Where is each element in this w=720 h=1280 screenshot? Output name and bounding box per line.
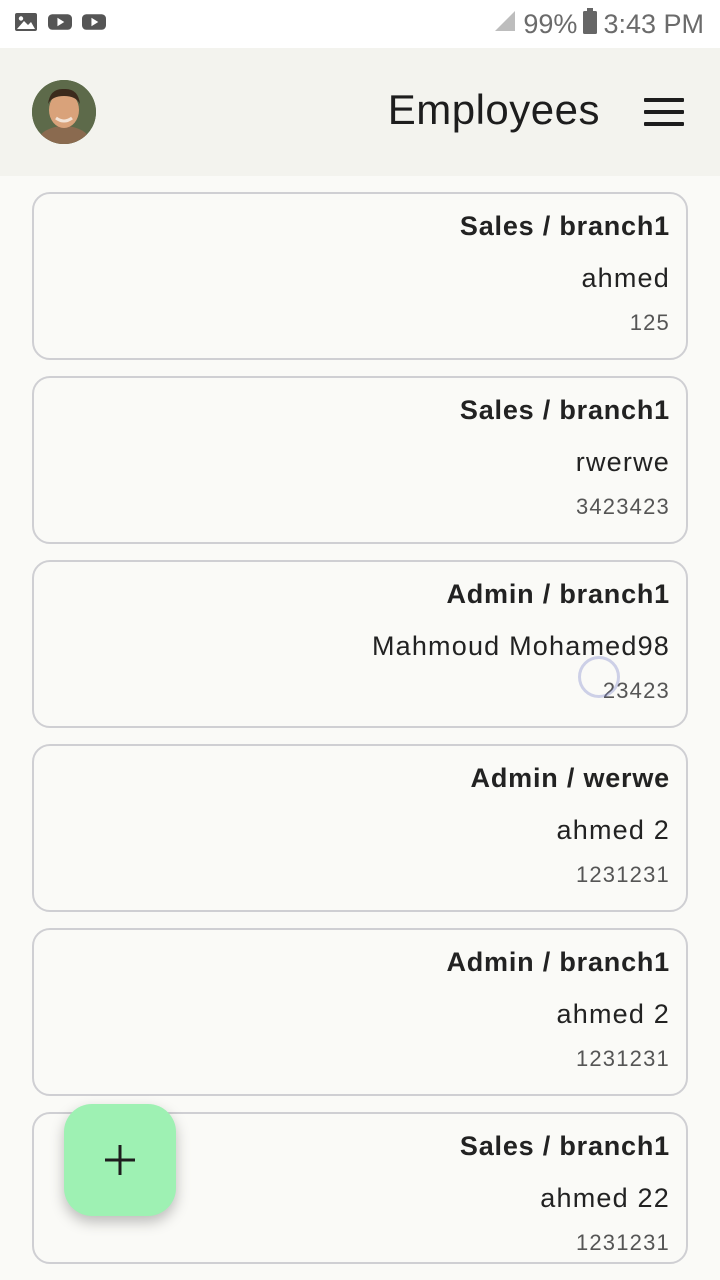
- employee-id: 3423423: [575, 494, 670, 519]
- employee-card[interactable]: Admin / branch1 ahmed 2 1231231: [32, 928, 688, 1096]
- employee-department-branch: Admin / werwe: [470, 763, 670, 793]
- employee-card[interactable]: Sales / branch1 rwerwe 3423423: [32, 376, 688, 544]
- add-employee-button[interactable]: [64, 1104, 176, 1216]
- employee-card[interactable]: Admin / werwe ahmed 2 1231231: [32, 744, 688, 912]
- user-avatar-icon: [32, 80, 96, 144]
- employee-department-branch: Admin / branch1: [446, 579, 670, 609]
- employee-name: rwerwe: [575, 447, 670, 477]
- employee-id: 1231231: [575, 1230, 670, 1255]
- avatar[interactable]: [32, 80, 96, 144]
- employee-department-branch: Sales / branch1: [459, 211, 670, 241]
- employee-department-branch: Admin / branch1: [446, 947, 670, 977]
- employee-id: 125: [629, 310, 670, 335]
- employee-name: Mahmoud Mohamed98: [371, 631, 670, 661]
- battery-percentage: 99%: [523, 9, 578, 39]
- employee-name: ahmed: [581, 263, 670, 293]
- status-bar: 99% 3:43 PM: [0, 0, 720, 48]
- youtube-icon: [82, 12, 106, 32]
- app-bar: Employees: [0, 48, 720, 176]
- image-icon: [14, 12, 38, 32]
- signal-icon: [493, 9, 517, 40]
- system-status: 99% 3:43 PM: [493, 8, 704, 41]
- employee-id: 1231231: [575, 1046, 670, 1071]
- employee-id: 23423: [602, 678, 670, 703]
- touch-ripple: [578, 656, 620, 698]
- hamburger-menu-icon[interactable]: [644, 98, 684, 126]
- employee-card[interactable]: Admin / branch1 Mahmoud Mohamed98 23423: [32, 560, 688, 728]
- employee-department-branch: Sales / branch1: [459, 395, 670, 425]
- employee-name: ahmed 2: [556, 999, 670, 1029]
- employee-name: ahmed 2: [556, 815, 670, 845]
- battery-icon: [583, 8, 598, 41]
- plus-icon: [105, 1145, 135, 1175]
- clock: 3:43 PM: [603, 9, 704, 39]
- notification-icons: [14, 12, 106, 32]
- employee-id: 1231231: [575, 862, 670, 887]
- page-title: Employees: [387, 86, 600, 133]
- youtube-icon: [48, 12, 72, 32]
- employee-card[interactable]: Sales / branch1 ahmed 125: [32, 192, 688, 360]
